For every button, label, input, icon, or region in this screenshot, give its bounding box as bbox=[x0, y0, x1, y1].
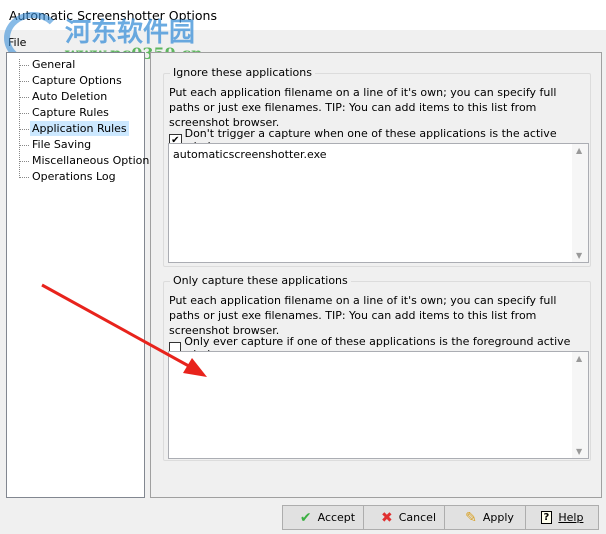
checkmark-icon: ✔ bbox=[299, 509, 312, 526]
apply-button[interactable]: ✎ Apply bbox=[444, 505, 535, 530]
help-icon: ? bbox=[540, 511, 553, 524]
button-label: Cancel bbox=[398, 511, 436, 524]
cancel-button[interactable]: ✖ Cancel bbox=[363, 505, 454, 530]
x-icon: ✖ bbox=[381, 509, 393, 526]
help-button[interactable]: ? Help bbox=[525, 505, 599, 530]
accept-button[interactable]: ✔ Accept bbox=[282, 505, 373, 530]
button-label: Apply bbox=[482, 511, 514, 524]
button-label: Accept bbox=[317, 511, 356, 524]
red-arrow-annotation bbox=[41, 283, 207, 377]
pencil-icon: ✎ bbox=[465, 509, 477, 526]
button-label: Help bbox=[558, 511, 584, 524]
